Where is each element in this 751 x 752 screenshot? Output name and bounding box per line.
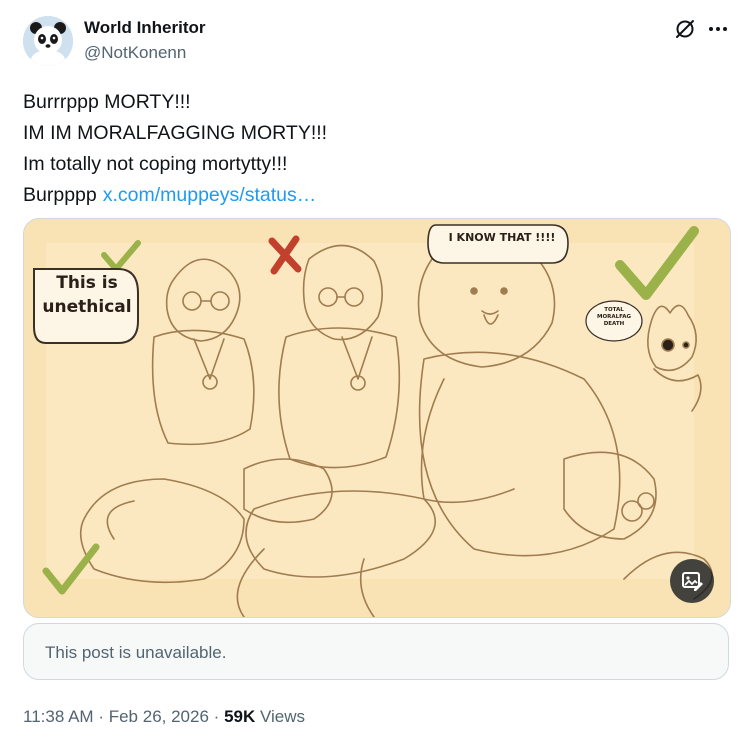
post-link[interactable]: x.com/muppeys/status… (103, 184, 317, 206)
grok-icon (676, 20, 694, 38)
post-metadata: 11:38 AM · Feb 26, 2026 · 59K Views (23, 707, 305, 727)
post-image[interactable]: This is unethical I KNOW THAT !!!! TOTAL… (23, 218, 731, 618)
speech-bubble-small-line: TOTAL (604, 307, 624, 313)
speech-bubble-top: I KNOW THAT !!!! (448, 231, 556, 244)
views-count: 59K (224, 707, 256, 726)
quoted-post-unavailable: This post is unavailable. (23, 623, 729, 680)
post-text-line: Burpppp x.com/muppeys/status… (23, 180, 327, 211)
more-icon (709, 27, 727, 31)
post-text-line: Burrrppp MORTY!!! (23, 91, 191, 113)
speech-bubble-left-line: This is (56, 273, 118, 293)
post-date[interactable]: Feb 26, 2026 (109, 707, 209, 726)
post-time[interactable]: 11:38 AM (23, 707, 94, 726)
meta-separator: · (213, 707, 220, 726)
unavailable-text: This post is unavailable. (45, 643, 227, 662)
views-label: Views (259, 707, 306, 726)
more-options-button[interactable] (704, 16, 732, 42)
speech-bubble-small: TOTAL MORALFAG DEATH (590, 307, 638, 328)
speech-bubble-left-line: unethical (42, 297, 132, 317)
author-display-name[interactable]: World Inheritor (84, 18, 206, 38)
post-text: Burrrppp MORTY!!! IM IM MORALFAGGING MOR… (23, 87, 327, 211)
post-text-line: Im totally not coping mortytty!!! (23, 153, 288, 175)
author-avatar[interactable] (23, 16, 73, 66)
panda-avatar-icon (23, 16, 73, 66)
image-description-icon (682, 572, 703, 591)
post-text-line: IM IM MORALFAGGING MORTY!!! (23, 122, 328, 144)
post-text-line-final: Burpppp (23, 184, 97, 206)
grok-button[interactable] (672, 16, 698, 42)
image-description-button[interactable] (670, 559, 714, 603)
speech-bubble-left: This is unethical (37, 271, 137, 319)
author-handle[interactable]: @NotKonenn (84, 43, 186, 63)
speech-bubble-small-line: DEATH (603, 321, 625, 327)
meta-separator: · (98, 707, 104, 726)
speech-bubble-small-line: MORALFAG (596, 314, 632, 320)
